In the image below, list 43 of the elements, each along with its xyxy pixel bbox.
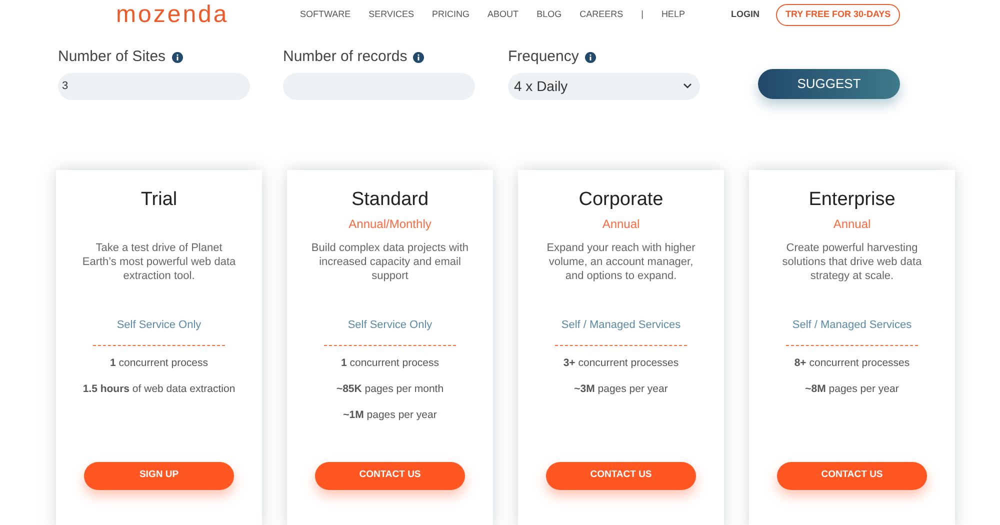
plan-feature: 1.5 hours of web data extraction (82, 382, 236, 397)
nav-link[interactable]: BLOG (536, 8, 562, 22)
plan-title: Enterprise (808, 188, 896, 212)
plan-title: Standard (351, 188, 429, 212)
plan-description: Create powerful harvesting solutions that drive web data strategy at scale. (781, 241, 923, 284)
plan-feature: 1 concurrent process (340, 356, 440, 371)
service-level: Self Service Only (116, 318, 202, 332)
nav-link[interactable]: CAREERS (580, 8, 624, 22)
billing-period: Annual/Monthly (348, 216, 432, 233)
plan-description: Take a test drive of Planet Earth’s most powerful web data extraction tool. (81, 241, 237, 284)
nav-link[interactable]: SERVICES (368, 8, 414, 22)
plan-description: Build complex data projects with increased capacity and email support (310, 241, 470, 284)
info-icon (172, 52, 183, 63)
plan-feature: 3+ concurrent processes (563, 356, 679, 371)
chevron-down-icon (683, 83, 692, 89)
nav-link[interactable]: PRICING (432, 8, 470, 22)
field-label: Number of records (283, 47, 408, 67)
service-level: Self Service Only (348, 318, 432, 332)
info-icon (584, 52, 596, 63)
suggest-button[interactable]: SUGGEST (758, 68, 900, 98)
info-icon (413, 52, 424, 63)
nav-link[interactable]: | (641, 8, 644, 22)
field-label: Number of Sites (58, 47, 166, 67)
plan-feature: 1 concurrent process (110, 356, 208, 371)
plan-feature: ~1M pages per year (343, 408, 437, 422)
plan-feature: ~85K pages per month (336, 382, 444, 397)
input-field[interactable]: 3 (58, 72, 250, 100)
plan-title: Corporate (578, 188, 664, 212)
field-label: Frequency (508, 47, 579, 67)
plan-description: Expand your reach with higher volume, an account manager, and options to expand. (546, 241, 696, 284)
nav-link[interactable]: SOFTWARE (300, 8, 351, 22)
plan-title: Trial (140, 188, 178, 212)
billing-period: Annual (602, 216, 640, 233)
plan-feature: 8+ concurrent processes (794, 356, 910, 371)
service-level: Self / Managed Services (561, 318, 681, 332)
service-level: Self / Managed Services (792, 318, 912, 332)
plan-feature: ~3M pages per year (574, 382, 668, 397)
nav-link[interactable]: HELP (661, 8, 685, 22)
frequency-select[interactable]: 4 x Daily (508, 72, 700, 100)
plan-feature: ~8M pages per year (805, 382, 899, 397)
billing-period: Annual (833, 216, 871, 233)
login-link[interactable]: LOGIN (730, 8, 760, 22)
nav-link[interactable]: ABOUT (488, 8, 519, 22)
